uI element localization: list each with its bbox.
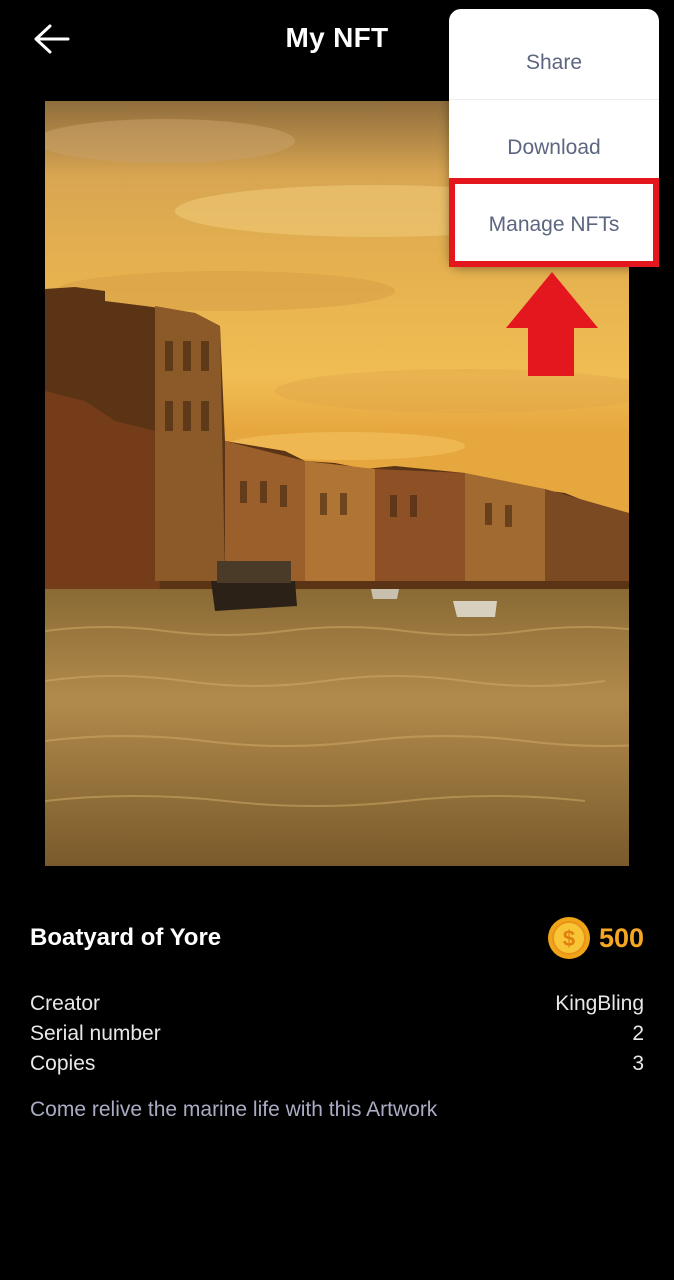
detail-row-serial-number: Serial number 2 xyxy=(30,1022,644,1052)
coin-icon: $ xyxy=(547,917,590,959)
nft-name: Boatyard of Yore xyxy=(30,924,222,951)
nft-description: Come relive the marine life with this Ar… xyxy=(30,1098,438,1121)
menu-item-share[interactable]: Share xyxy=(449,9,659,100)
detail-label: Serial number xyxy=(30,1022,161,1045)
options-menu: Share Download Manage NFTs xyxy=(449,9,659,267)
detail-row-copies: Copies 3 xyxy=(30,1052,644,1082)
detail-row-creator: Creator KingBling xyxy=(30,992,644,1022)
price-value: 500 xyxy=(598,922,644,953)
detail-value: 3 xyxy=(632,1052,644,1075)
menu-item-download[interactable]: Download xyxy=(449,100,659,186)
price: $ 500 xyxy=(547,914,644,962)
detail-label: Copies xyxy=(30,1052,96,1075)
menu-item-manage-nfts[interactable]: Manage NFTs xyxy=(449,186,659,266)
detail-rows: Creator KingBling Serial number 2 Copies… xyxy=(30,992,644,1082)
detail-value: KingBling xyxy=(555,992,644,1015)
detail-value: 2 xyxy=(632,1022,644,1045)
svg-text:$: $ xyxy=(563,926,575,951)
arrow-up-icon xyxy=(506,272,598,376)
detail-label: Creator xyxy=(30,992,101,1015)
